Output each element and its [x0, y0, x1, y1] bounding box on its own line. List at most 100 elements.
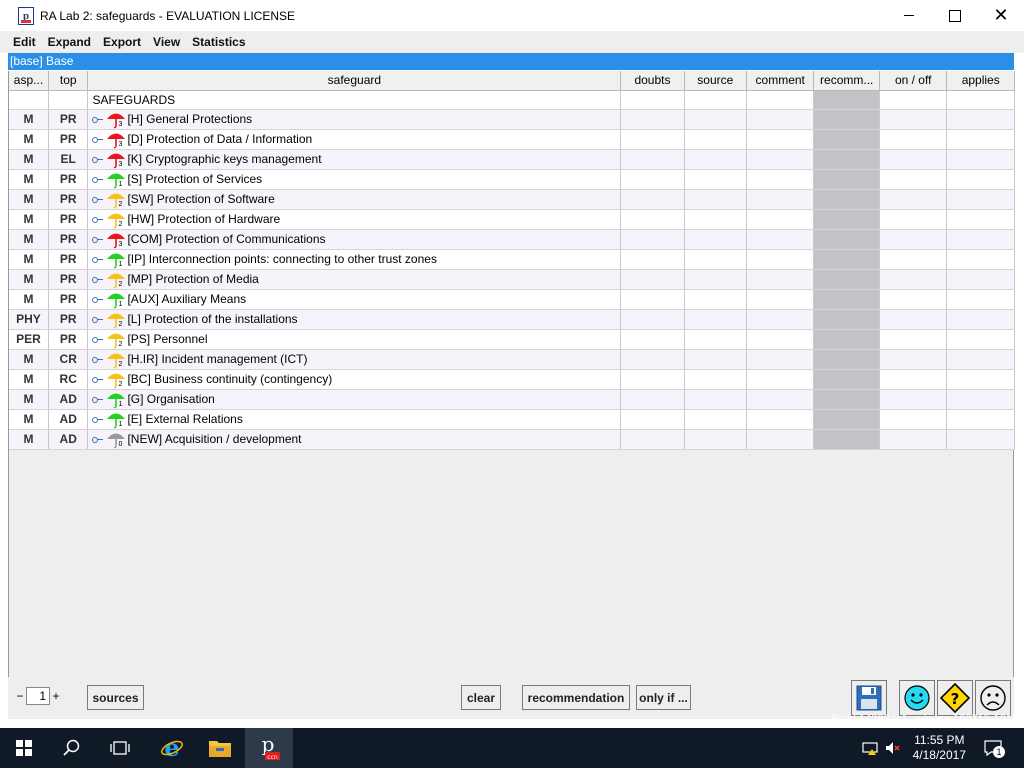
row-doubts[interactable]	[620, 409, 685, 430]
row-top[interactable]: PR	[48, 249, 89, 270]
row-comment[interactable]	[746, 169, 815, 190]
row-source[interactable]	[684, 109, 747, 130]
key-icon[interactable]	[92, 135, 104, 143]
row-source[interactable]	[684, 269, 747, 290]
row-source[interactable]	[684, 289, 747, 310]
row-onoff[interactable]	[879, 369, 948, 390]
row-applies[interactable]	[946, 149, 1015, 170]
row-applies[interactable]	[946, 409, 1015, 430]
key-icon[interactable]	[92, 355, 104, 363]
key-icon[interactable]	[92, 215, 104, 223]
notification-center-button[interactable]: 1	[984, 739, 1005, 758]
row-safeguard[interactable]: 3 [K] Cryptographic keys management	[87, 149, 622, 170]
sad-button[interactable]	[975, 680, 1011, 716]
header-asp[interactable]: asp...	[9, 71, 49, 91]
key-icon[interactable]	[92, 395, 104, 403]
table-row[interactable]: M AD 0 [NEW] Acquisition / development	[9, 429, 1015, 450]
row-asp[interactable]: M	[9, 369, 49, 390]
row-onoff[interactable]	[879, 189, 948, 210]
key-icon[interactable]	[92, 175, 104, 183]
row-asp[interactable]: M	[9, 209, 49, 230]
row-onoff[interactable]	[879, 289, 948, 310]
row-comment[interactable]	[746, 409, 815, 430]
key-icon[interactable]	[92, 155, 104, 163]
path-bar[interactable]: [base] Base	[8, 53, 1014, 70]
save-button[interactable]	[851, 680, 887, 716]
row-top[interactable]: PR	[48, 189, 89, 210]
row-onoff[interactable]	[879, 409, 948, 430]
task-view-button[interactable]	[96, 728, 144, 768]
row-asp[interactable]: M	[9, 169, 49, 190]
row-source[interactable]	[684, 169, 747, 190]
table-row[interactable]: M CR 2 [H.IR] Incident management (ICT)	[9, 349, 1015, 370]
row-comment[interactable]	[746, 369, 815, 390]
header-recomm[interactable]: recomm...	[813, 71, 880, 91]
row-safeguard[interactable]: 1 [E] External Relations	[87, 409, 622, 430]
row-top[interactable]: AD	[48, 409, 89, 430]
ra-app-taskbar-button[interactable]: p ccn	[245, 728, 293, 768]
row-onoff[interactable]	[879, 249, 948, 270]
table-row[interactable]: M RC 2 [BC] Business continuity (contingenc…	[9, 369, 1015, 390]
table-row[interactable]: M PR 3 [D] Protection of Data / Information	[9, 129, 1015, 150]
row-top[interactable]: EL	[48, 149, 89, 170]
table-row-root[interactable]: SAFEGUARDS	[9, 90, 1015, 110]
row-applies[interactable]	[946, 389, 1015, 410]
menu-expand[interactable]: Expand	[42, 35, 97, 49]
row-applies[interactable]	[946, 429, 1015, 450]
row-onoff[interactable]	[879, 269, 948, 290]
row-top[interactable]: CR	[48, 349, 89, 370]
row-top[interactable]: AD	[48, 429, 89, 450]
row-doubts[interactable]	[620, 249, 685, 270]
menu-export[interactable]: Export	[97, 35, 147, 49]
row-safeguard[interactable]: 1 [G] Organisation	[87, 389, 622, 410]
row-onoff[interactable]	[879, 229, 948, 250]
key-icon[interactable]	[92, 415, 104, 423]
row-doubts[interactable]	[620, 129, 685, 150]
row-top[interactable]: PR	[48, 169, 89, 190]
row-applies[interactable]	[946, 209, 1015, 230]
row-top[interactable]: PR	[48, 329, 89, 350]
row-onoff[interactable]	[879, 209, 948, 230]
table-row[interactable]: M PR 1 [IP] Interconnection points: connect…	[9, 249, 1015, 270]
row-source[interactable]	[684, 149, 747, 170]
row-onoff[interactable]	[879, 349, 948, 370]
row-comment[interactable]	[746, 429, 815, 450]
row-doubts[interactable]	[620, 329, 685, 350]
row-safeguard[interactable]: 2 [SW] Protection of Software	[87, 189, 622, 210]
row-comment[interactable]	[746, 329, 815, 350]
table-row[interactable]: M AD 1 [E] External Relations	[9, 409, 1015, 430]
header-source[interactable]: source	[684, 71, 747, 91]
row-safeguard[interactable]: 2 [H.IR] Incident management (ICT)	[87, 349, 622, 370]
key-icon[interactable]	[92, 375, 104, 383]
row-comment[interactable]	[746, 249, 815, 270]
row-asp[interactable]: M	[9, 429, 49, 450]
row-comment[interactable]	[746, 209, 815, 230]
table-row[interactable]: M PR 1 [S] Protection of Services	[9, 169, 1015, 190]
row-safeguard[interactable]: 2 [MP] Protection of Media	[87, 269, 622, 290]
row-safeguard[interactable]: 2 [BC] Business continuity (contingency)	[87, 369, 622, 390]
row-comment[interactable]	[746, 389, 815, 410]
maximize-button[interactable]	[932, 0, 978, 31]
row-asp[interactable]: PER	[9, 329, 49, 350]
row-source[interactable]	[684, 389, 747, 410]
row-safeguard[interactable]: 2 [PS] Personnel	[87, 329, 622, 350]
row-source[interactable]	[684, 209, 747, 230]
key-icon[interactable]	[92, 315, 104, 323]
row-onoff[interactable]	[879, 389, 948, 410]
row-source[interactable]	[684, 129, 747, 150]
header-comment[interactable]: comment	[746, 71, 815, 91]
network-tray-icon[interactable]	[862, 740, 878, 756]
only-if-button[interactable]: only if ...	[636, 685, 691, 710]
key-icon[interactable]	[92, 295, 104, 303]
row-doubts[interactable]	[620, 149, 685, 170]
row-asp[interactable]: M	[9, 129, 49, 150]
menu-statistics[interactable]: Statistics	[186, 35, 251, 49]
row-asp[interactable]: M	[9, 189, 49, 210]
row-comment[interactable]	[746, 109, 815, 130]
row-top[interactable]: AD	[48, 389, 89, 410]
row-asp[interactable]: M	[9, 409, 49, 430]
key-icon[interactable]	[92, 275, 104, 283]
row-source[interactable]	[684, 369, 747, 390]
close-button[interactable]: ✕	[978, 0, 1024, 31]
row-source[interactable]	[684, 429, 747, 450]
